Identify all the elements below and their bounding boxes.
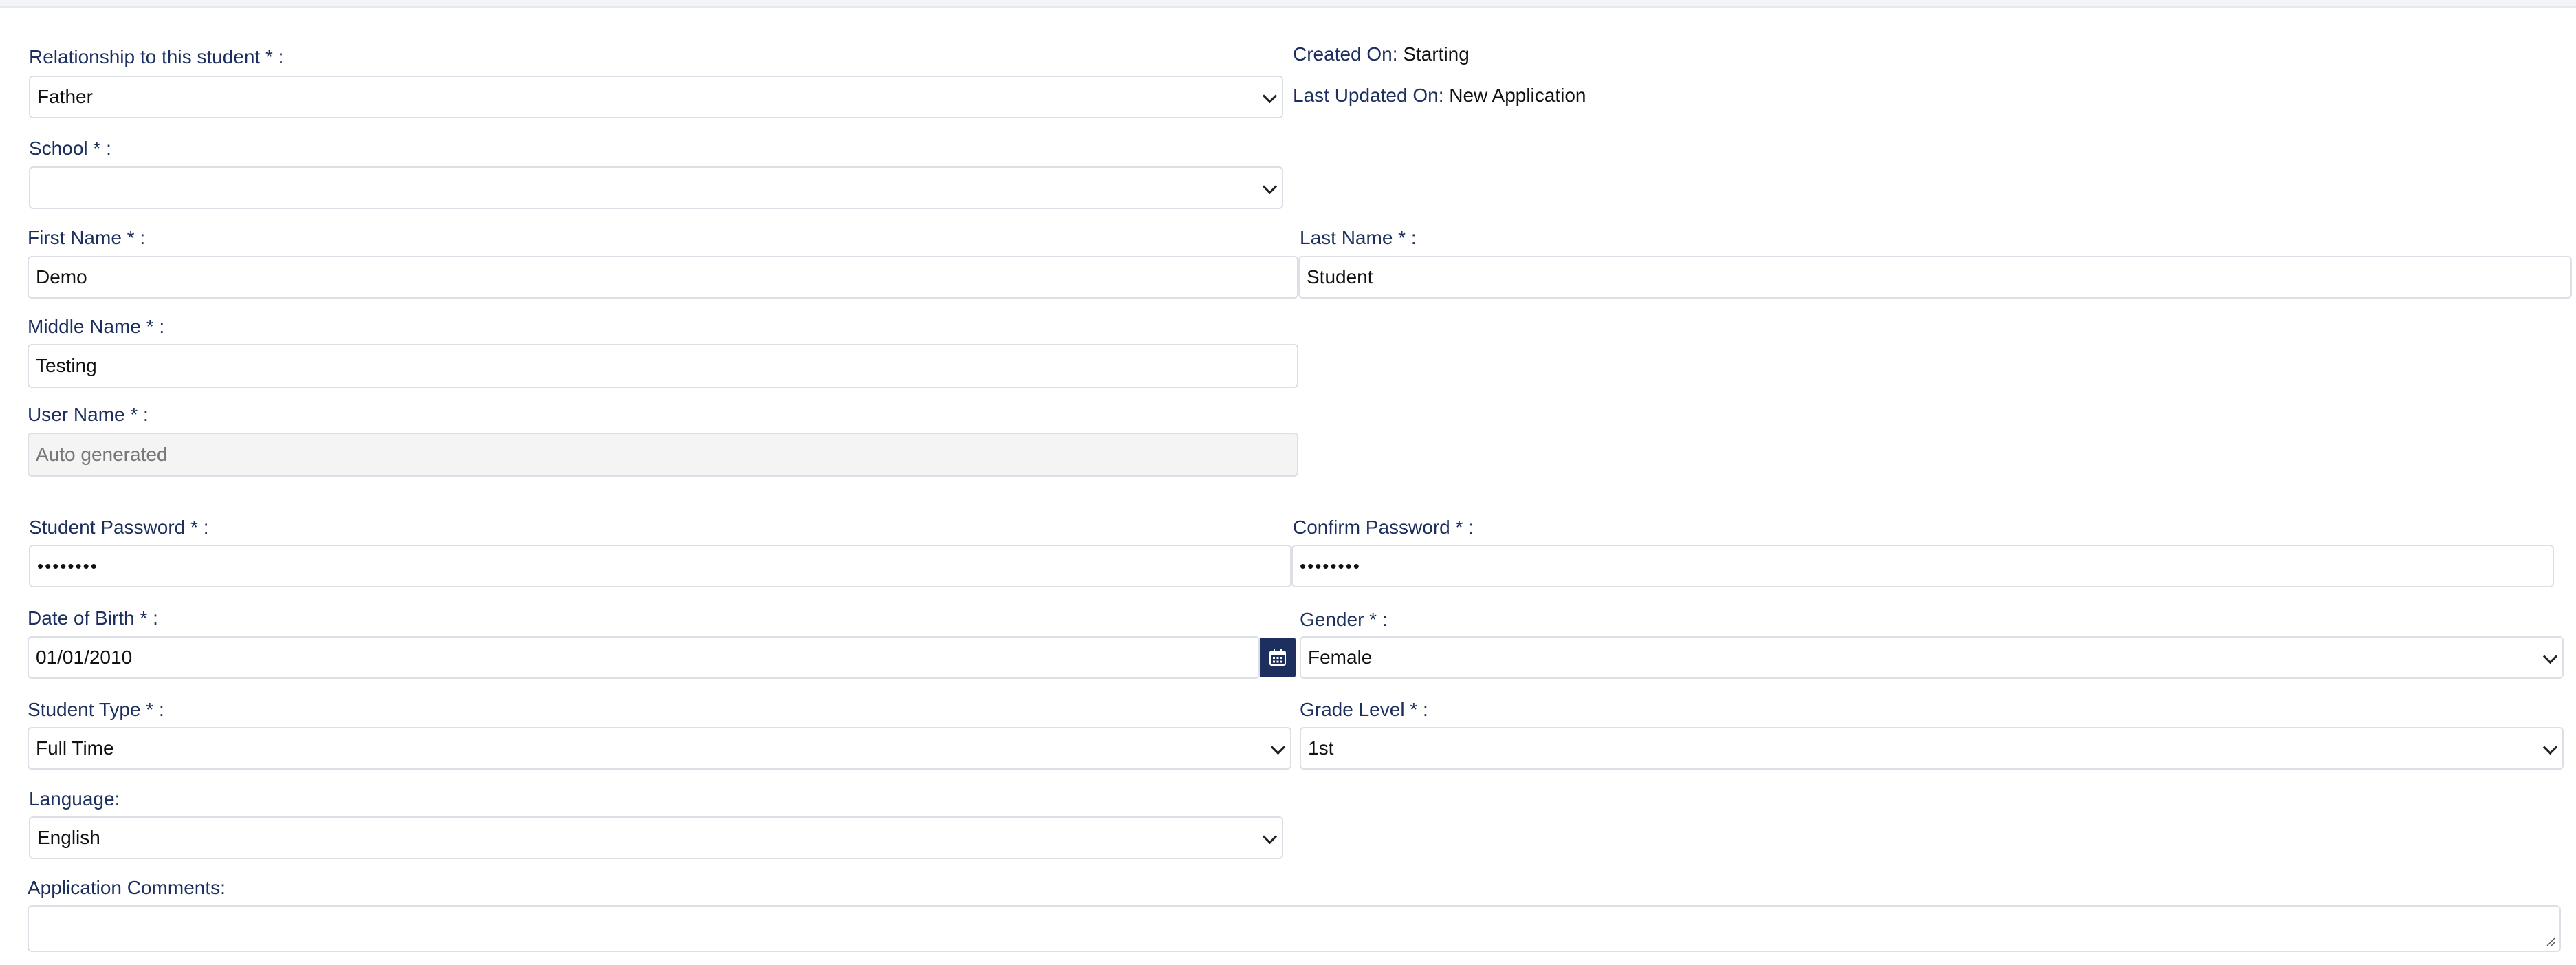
resize-grip-icon[interactable] <box>2544 935 2555 946</box>
calendar-button[interactable] <box>1260 638 1296 677</box>
user-name-label: User Name * : <box>28 404 149 425</box>
school-select[interactable] <box>29 166 1283 209</box>
user-name-input: Auto generated <box>28 433 1298 477</box>
student-password-value: •••••••• <box>37 555 98 576</box>
last-name-input[interactable]: Student <box>1298 256 2572 299</box>
chevron-down-icon <box>1262 829 1278 845</box>
relationship-label: Relationship to this student * : <box>29 46 284 67</box>
gender-value: Female <box>1308 647 1373 668</box>
confirm-password-input[interactable]: •••••••• <box>1291 545 2554 587</box>
user-name-placeholder: Auto generated <box>36 444 168 465</box>
date-of-birth-value: 01/01/2010 <box>36 647 133 668</box>
application-comments-label: Application Comments: <box>28 877 226 898</box>
chevron-down-icon <box>1262 88 1278 104</box>
last-updated-on: Last Updated On: New Application <box>1293 84 1586 107</box>
chevron-down-icon <box>2542 739 2558 755</box>
created-on-label: Created On: <box>1293 43 1398 65</box>
application-comments-textarea[interactable] <box>28 905 2561 952</box>
first-name-input[interactable]: Demo <box>28 256 1298 299</box>
first-name-value: Demo <box>36 266 87 288</box>
confirm-password-value: •••••••• <box>1300 555 1361 576</box>
middle-name-label: Middle Name * : <box>28 316 165 337</box>
date-of-birth-input[interactable]: 01/01/2010 <box>28 636 1260 679</box>
grade-level-label: Grade Level * : <box>1300 699 1428 720</box>
grade-level-select[interactable]: 1st <box>1300 727 2564 770</box>
chevron-down-icon <box>1270 739 1286 755</box>
calendar-icon <box>1269 649 1286 666</box>
student-application-form: Relationship to this student * : Father … <box>0 0 2576 965</box>
grade-level-value: 1st <box>1308 737 1334 759</box>
relationship-select[interactable]: Father <box>29 76 1283 118</box>
language-value: English <box>37 827 100 848</box>
gender-label: Gender * : <box>1300 609 1388 630</box>
chevron-down-icon <box>2542 649 2558 664</box>
created-on-value: Starting <box>1403 43 1470 65</box>
last-name-value: Student <box>1307 266 1373 288</box>
top-divider <box>0 0 2576 8</box>
first-name-label: First Name * : <box>28 227 146 248</box>
middle-name-input[interactable]: Testing <box>28 344 1298 388</box>
student-type-select[interactable]: Full Time <box>28 727 1291 770</box>
student-password-input[interactable]: •••••••• <box>29 545 1291 587</box>
created-on: Created On: Starting <box>1293 43 1470 66</box>
student-type-label: Student Type * : <box>28 699 164 720</box>
last-updated-value: New Application <box>1449 85 1586 106</box>
last-name-label: Last Name * : <box>1300 227 1417 248</box>
date-of-birth-label: Date of Birth * : <box>28 607 158 629</box>
language-label: Language: <box>29 788 120 810</box>
language-select[interactable]: English <box>29 816 1283 859</box>
chevron-down-icon <box>1262 179 1278 195</box>
relationship-value: Father <box>37 86 93 107</box>
student-type-value: Full Time <box>36 737 114 759</box>
confirm-password-label: Confirm Password * : <box>1293 517 1474 538</box>
gender-select[interactable]: Female <box>1300 636 2564 679</box>
school-label: School * : <box>29 138 111 159</box>
student-password-label: Student Password * : <box>29 517 209 538</box>
last-updated-label: Last Updated On: <box>1293 85 1444 106</box>
middle-name-value: Testing <box>36 355 97 376</box>
